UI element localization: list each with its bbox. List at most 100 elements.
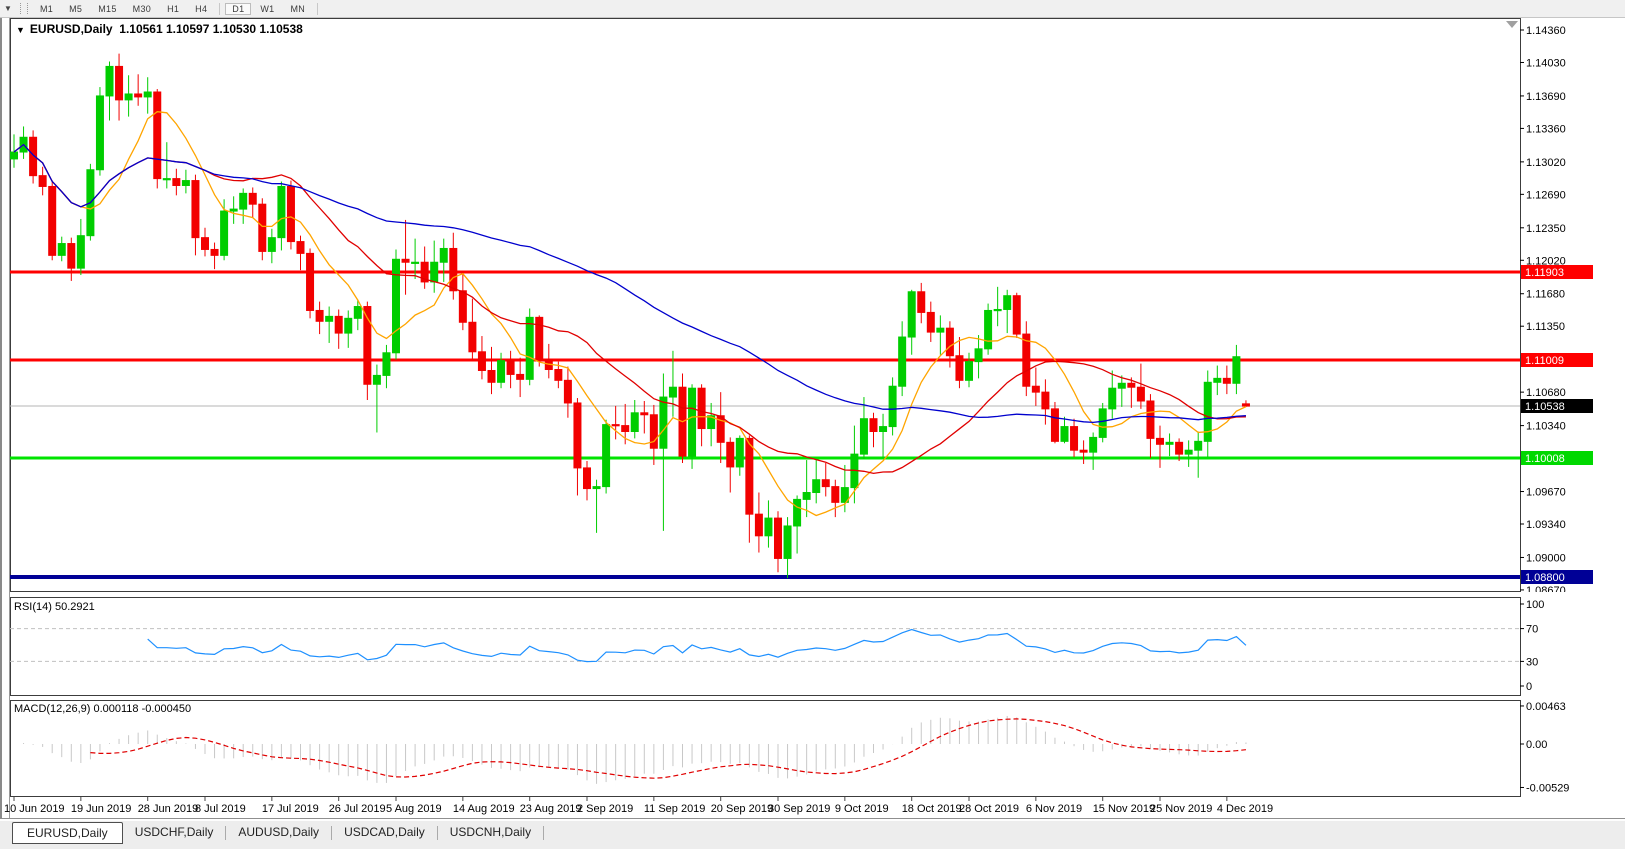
candle-body (173, 179, 180, 186)
candle-body (650, 415, 657, 448)
candle-body (211, 249, 218, 255)
candle-body (39, 176, 46, 187)
candle-body (860, 419, 867, 454)
macd-indicator-label: MACD(12,26,9) 0.000118 -0.000450 (14, 703, 191, 715)
candle-body (574, 403, 581, 468)
price-tick-label: 1.09000 (1526, 552, 1566, 564)
candle-body (154, 92, 161, 179)
date-label: 14 Aug 2019 (453, 803, 515, 815)
candle-body (899, 337, 906, 386)
candle-body (536, 317, 543, 359)
price-tick-label: 1.12350 (1526, 223, 1566, 235)
chart-ohlc-values: 1.10561 1.10597 1.10530 1.10538 (119, 22, 303, 36)
date-label: 8 Jul 2019 (195, 803, 246, 815)
candle-body (765, 518, 772, 536)
candle-body (822, 480, 829, 487)
date-label: 5 Aug 2019 (386, 803, 442, 815)
candle-body (1242, 404, 1249, 406)
candle-body (1166, 442, 1173, 444)
macd-tick-label: 0.00463 (1526, 701, 1566, 713)
price-tick-label: 1.13690 (1526, 91, 1566, 103)
candle-body (1233, 357, 1240, 384)
price-badge-label: 1.10538 (1525, 401, 1565, 413)
macd-tick-label: 0.00 (1526, 739, 1547, 751)
candle-body (49, 186, 56, 255)
date-label: 4 Dec 2019 (1217, 803, 1273, 815)
candle-body (450, 248, 457, 290)
mt4-application-window: ▼M1M5M15M30H1H4D1W1MN 1.143601.140301.13… (0, 0, 1625, 849)
candle-body (1099, 409, 1106, 438)
candle-body (96, 96, 103, 170)
candle-body (316, 310, 323, 321)
rsi-pane[interactable]: 10070300 (0, 597, 1625, 696)
candle-body (116, 66, 123, 99)
main-price-pane[interactable]: 1.143601.140301.136901.133601.130201.126… (0, 18, 1625, 592)
candle-body (163, 179, 170, 180)
candle-body (1023, 334, 1030, 386)
chart-symbol-period: EURUSD,Daily (30, 22, 113, 36)
candle-body (660, 397, 667, 448)
tab-audusd-daily[interactable]: AUDUSD,Daily (226, 822, 331, 842)
chart-shift-marker-icon[interactable] (1506, 21, 1518, 28)
candle-body (669, 387, 676, 397)
price-tick-label: 1.09340 (1526, 519, 1566, 531)
candle-body (68, 244, 75, 269)
tab-usdcnh-daily[interactable]: USDCNH,Daily (438, 822, 543, 842)
candle-body (1185, 450, 1192, 454)
candle-body (603, 425, 610, 487)
candle-body (345, 318, 352, 333)
date-label: 15 Nov 2019 (1093, 803, 1155, 815)
date-label: 10 Jun 2019 (4, 803, 65, 815)
candle-body (1128, 383, 1135, 387)
tab-usdcad-daily[interactable]: USDCAD,Daily (332, 822, 437, 842)
candle-body (794, 499, 801, 526)
ma-fast-line[interactable] (14, 112, 1246, 516)
candle-body (956, 356, 963, 381)
candle-body (77, 236, 84, 268)
candle-body (440, 248, 447, 262)
candle-body (1051, 409, 1058, 441)
candle-body (1071, 427, 1078, 451)
date-label: 2 Sep 2019 (577, 803, 633, 815)
candle-body (1137, 387, 1144, 401)
price-tick-label: 1.11680 (1526, 289, 1565, 301)
candle-body (908, 292, 915, 337)
macd-pane[interactable]: 0.004630.00-0.00529 (0, 700, 1625, 797)
date-label: 26 Jul 2019 (329, 803, 386, 815)
candle-body (240, 193, 247, 209)
candle-body (144, 92, 151, 97)
candle-body (946, 328, 953, 356)
candle-body (412, 262, 419, 263)
rsi-tick-label: 30 (1526, 656, 1538, 668)
price-badge-label: 1.10008 (1525, 453, 1565, 465)
date-label: 28 Jun 2019 (138, 803, 199, 815)
candle-body (1118, 383, 1125, 388)
date-label: 9 Oct 2019 (835, 803, 889, 815)
price-axis[interactable]: 1.143601.140301.136901.133601.130201.126… (1520, 25, 1593, 592)
price-tick-label: 1.10680 (1526, 387, 1566, 399)
candle-body (564, 380, 571, 403)
candle-body (268, 238, 275, 252)
tab-eurusd-daily[interactable]: EURUSD,Daily (12, 822, 123, 844)
candle-body (393, 259, 400, 352)
macd-axis[interactable]: 0.004630.00-0.00529 (1520, 701, 1569, 794)
candle-body (287, 186, 294, 241)
rsi-tick-label: 70 (1526, 624, 1538, 636)
chart-area[interactable]: 1.143601.140301.136901.133601.130201.126… (0, 0, 1625, 849)
candle-body (1157, 438, 1164, 444)
candle-body (498, 361, 505, 383)
candle-body (593, 487, 600, 489)
tab-separator (543, 826, 544, 840)
price-tick-label: 1.09670 (1526, 487, 1566, 499)
tab-usdchf-daily[interactable]: USDCHF,Daily (123, 822, 226, 842)
candle-body (985, 310, 992, 348)
candle-body (526, 317, 533, 379)
date-axis[interactable]: 10 Jun 201919 Jun 201928 Jun 20198 Jul 2… (0, 797, 1625, 818)
rsi-tick-label: 0 (1526, 681, 1532, 693)
candle-body (1176, 442, 1183, 454)
collapse-chart-icon[interactable]: ▼ (16, 25, 25, 35)
candle-body (641, 413, 648, 415)
candle-body (746, 438, 753, 514)
rsi-axis[interactable]: 10070300 (1520, 599, 1544, 693)
candle-body (918, 292, 925, 313)
